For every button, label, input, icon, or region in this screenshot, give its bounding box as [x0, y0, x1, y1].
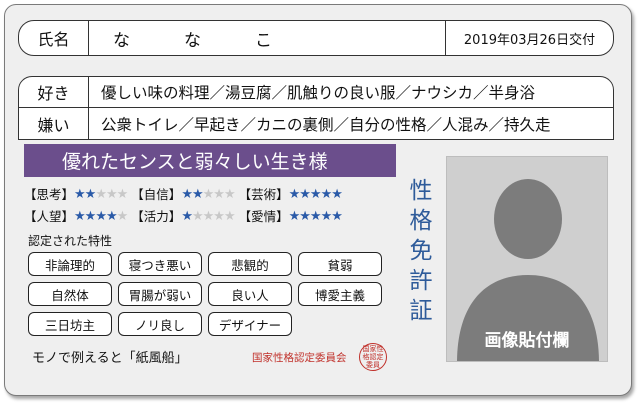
star-rating: ★★★★★: [181, 206, 236, 228]
star-filled-icon: ★: [84, 187, 97, 202]
stat-label: 【愛情】: [238, 209, 289, 224]
star-filled-icon: ★: [309, 187, 322, 202]
trait-badge: ノリ良し: [118, 312, 202, 336]
trait-badge: 悲観的: [208, 252, 292, 276]
stat-label: 【活力】: [131, 209, 182, 224]
star-rating: ★★★★★: [74, 206, 129, 228]
star-filled-icon: ★: [74, 187, 86, 202]
name-row: 氏名 ななこ 2019年03月26日交付: [18, 20, 614, 56]
committee-seal: 国家性格認定委員: [359, 343, 387, 371]
star-filled-icon: ★: [181, 187, 193, 202]
committee-name: 国家性格認定委員会: [252, 352, 347, 364]
star-filled-icon: ★: [288, 187, 301, 202]
title-char: 格: [409, 208, 433, 234]
star-filled-icon: ★: [105, 209, 118, 224]
star-rating: ★★★★★: [288, 206, 343, 228]
photo-label: 画像貼付欄: [484, 331, 570, 351]
trait-badge: 良い人: [208, 282, 292, 306]
star-filled-icon: ★: [331, 209, 343, 224]
star-filled-icon: ★: [84, 209, 97, 224]
dislikes-value: 公衆トイレ／早起き／カニの裏側／自分の性格／人混み／持久走: [101, 115, 551, 134]
star-filled-icon: ★: [320, 209, 333, 224]
stats-row-1: 【思考】 ★★★★★ 【自信】 ★★★★★ 【芸術】 ★★★★★: [24, 184, 346, 206]
title-char: 証: [409, 298, 433, 324]
trait-badge: 自然体: [28, 282, 112, 306]
star-filled-icon: ★: [74, 209, 86, 224]
issue-date: 2019年03月26日交付: [445, 21, 613, 55]
stat-confidence: 【自信】 ★★★★★: [131, 184, 236, 206]
star-empty-icon: ★: [116, 209, 129, 224]
trait-badge: 博愛主義: [298, 282, 382, 306]
star-empty-icon: ★: [213, 187, 225, 202]
trait-badge: 非論理的: [28, 252, 112, 276]
title-char: 性: [409, 178, 433, 204]
star-filled-icon: ★: [299, 187, 311, 202]
likes-row: 好き 優しい味の料理／湯豆腐／肌触りの良い服／ナウシカ／半身浴: [18, 76, 614, 108]
star-empty-icon: ★: [105, 187, 118, 202]
stat-label: 【思考】: [24, 187, 75, 202]
name-value: ななこ: [113, 30, 326, 51]
star-filled-icon: ★: [299, 209, 311, 224]
dislikes-row: 嫌い 公衆トイレ／早起き／カニの裏側／自分の性格／人混み／持久走: [18, 108, 614, 140]
star-empty-icon: ★: [202, 187, 215, 202]
stat-art: 【芸術】 ★★★★★: [238, 184, 343, 206]
name-label: 氏名: [19, 21, 89, 55]
stat-label: 【自信】: [131, 187, 182, 202]
stat-affection: 【愛情】 ★★★★★: [238, 206, 343, 228]
star-empty-icon: ★: [202, 209, 215, 224]
star-filled-icon: ★: [288, 209, 301, 224]
star-empty-icon: ★: [223, 209, 236, 224]
stat-popularity: 【人望】 ★★★★★: [24, 206, 129, 228]
star-filled-icon: ★: [320, 187, 333, 202]
star-filled-icon: ★: [191, 187, 204, 202]
stat-label: 【芸術】: [238, 187, 289, 202]
star-rating: ★★★★★: [288, 184, 343, 206]
star-empty-icon: ★: [95, 187, 107, 202]
likes-label: 好き: [19, 77, 89, 107]
traits-heading: 認定された特性: [28, 234, 113, 248]
star-empty-icon: ★: [213, 209, 225, 224]
title-char: 免: [409, 238, 433, 264]
stat-vitality: 【活力】 ★★★★★: [131, 206, 236, 228]
stats-row-2: 【人望】 ★★★★★ 【活力】 ★★★★★ 【愛情】 ★★★★★: [24, 206, 346, 228]
star-rating: ★★★★★: [181, 184, 236, 206]
trait-badge: 貧弱: [298, 252, 382, 276]
trait-badge: 三日坊主: [28, 312, 112, 336]
trait-badge: 胃腸が弱い: [118, 282, 202, 306]
star-empty-icon: ★: [116, 187, 129, 202]
stats-block: 【思考】 ★★★★★ 【自信】 ★★★★★ 【芸術】 ★★★★★ 【人望】 ★★…: [24, 184, 346, 228]
star-filled-icon: ★: [309, 209, 322, 224]
motto-text: モノで例えると「紙風船」: [32, 351, 188, 366]
license-title: 性 格 免 許 証: [404, 176, 438, 326]
star-rating: ★★★★★: [74, 184, 129, 206]
star-filled-icon: ★: [181, 209, 193, 224]
dislikes-label: 嫌い: [19, 108, 89, 139]
trait-badge: デザイナー: [208, 312, 292, 336]
star-empty-icon: ★: [223, 187, 236, 202]
seal-text: 国家性格認定委員: [362, 345, 384, 369]
star-filled-icon: ★: [331, 187, 343, 202]
title-char: 許: [409, 268, 433, 294]
star-filled-icon: ★: [95, 209, 107, 224]
stat-thinking: 【思考】 ★★★★★: [24, 184, 129, 206]
trait-badge: 寝つき悪い: [118, 252, 202, 276]
likes-value: 優しい味の料理／湯豆腐／肌触りの良い服／ナウシカ／半身浴: [101, 84, 536, 102]
stat-label: 【人望】: [24, 209, 75, 224]
photo-placeholder: 画像貼付欄: [446, 156, 608, 362]
personality-banner: 優れたセンスと弱々しい生き様: [24, 144, 396, 177]
star-empty-icon: ★: [191, 209, 204, 224]
